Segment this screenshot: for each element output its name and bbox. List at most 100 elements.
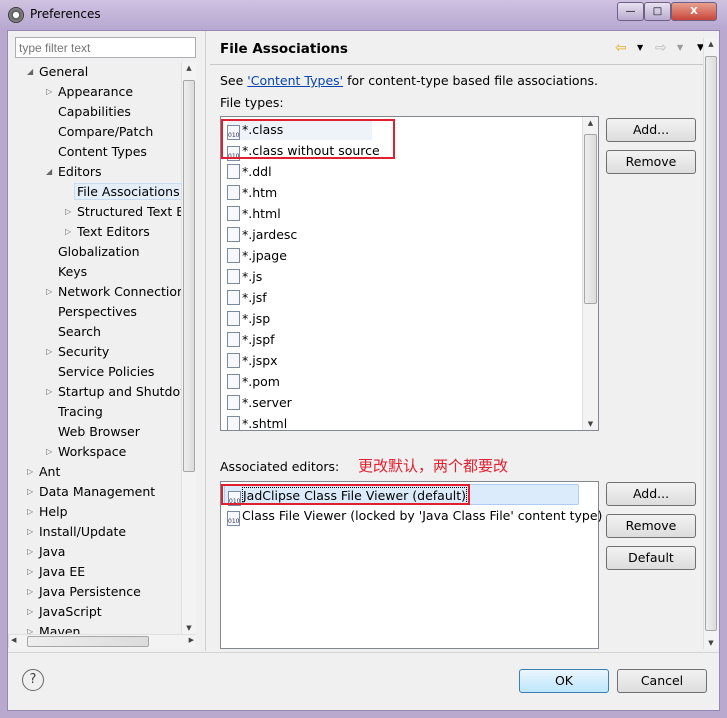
tree-item-label: Java xyxy=(39,544,66,559)
tree-item[interactable]: Search xyxy=(58,322,101,342)
tree-item-label: Install/Update xyxy=(39,524,127,539)
expand-icon[interactable]: ▷ xyxy=(27,522,33,542)
tree-item[interactable]: ▷ Maven xyxy=(27,622,81,634)
tree-item[interactable]: ▷ Help xyxy=(27,502,68,522)
file-icon xyxy=(227,332,240,347)
tree-item-label: Search xyxy=(58,324,101,339)
tree-item[interactable]: ▷ Network Connection xyxy=(46,282,181,302)
tree-item[interactable]: Capabilities xyxy=(58,102,131,122)
forward-arrow-icon[interactable]: ⇨ xyxy=(655,40,667,56)
filter-input[interactable] xyxy=(15,37,196,58)
file-type-label: *.pom xyxy=(242,374,280,389)
tree-item[interactable]: Service Policies xyxy=(58,362,154,382)
tree-item[interactable]: ▷ Java Persistence xyxy=(27,582,141,602)
editor-item[interactable]: 010 Class File Viewer (locked by 'Java Cl… xyxy=(227,505,602,526)
associated-editors-list[interactable]: 010 JadClipse Class File Viewer (default)… xyxy=(220,481,602,649)
expand-icon[interactable]: ▷ xyxy=(46,282,52,302)
tree-item[interactable]: ▷ Install/Update xyxy=(27,522,127,542)
file-types-scrollbar[interactable]: ▲ ▼ xyxy=(582,117,598,430)
remove-file-type-button[interactable]: Remove xyxy=(606,150,696,174)
tree-item[interactable]: Globalization xyxy=(58,242,140,262)
expand-icon[interactable]: ▷ xyxy=(46,442,52,462)
tree-item[interactable]: ▷ Appearance xyxy=(46,82,133,102)
expand-icon[interactable]: ▷ xyxy=(27,562,33,582)
file-type-item[interactable]: *.jardesc xyxy=(227,224,297,245)
tree-item[interactable]: File Associations xyxy=(74,182,181,202)
collapse-icon[interactable]: ◢ xyxy=(27,62,33,82)
file-type-item[interactable]: *.jspx xyxy=(227,350,278,371)
file-type-item[interactable]: *.htm xyxy=(227,182,277,203)
expand-icon[interactable]: ▷ xyxy=(46,82,52,102)
tree-item[interactable]: ▷ Workspace xyxy=(46,442,126,462)
file-type-item[interactable]: *.jsp xyxy=(227,308,270,329)
preference-tree: ◢ General ▷ Appearance Capabilities Compare/P… xyxy=(8,62,181,634)
file-type-item[interactable]: *.jsf xyxy=(227,287,267,308)
add-editor-button[interactable]: Add... xyxy=(606,482,696,506)
tree-item[interactable]: ▷ Java EE xyxy=(27,562,85,582)
tree-item-label: Security xyxy=(58,344,110,359)
file-type-item[interactable]: *.pom xyxy=(227,371,280,392)
file-type-item[interactable]: *.shtml xyxy=(227,413,287,430)
back-dropdown-icon[interactable]: ▼ xyxy=(637,43,643,52)
file-type-item[interactable]: *.js xyxy=(227,266,262,287)
tree-item-label: Tracing xyxy=(58,404,103,419)
file-type-item[interactable]: *.ddl xyxy=(227,161,272,182)
close-button[interactable]: X xyxy=(671,2,717,21)
splitter[interactable] xyxy=(205,31,206,651)
jar-file-icon xyxy=(227,227,240,242)
expand-icon[interactable]: ▷ xyxy=(46,342,52,362)
tree-item-label: Compare/Patch xyxy=(58,124,154,139)
file-type-item[interactable]: *.jspf xyxy=(227,329,275,350)
tree-item[interactable]: ◢ General xyxy=(27,62,88,82)
expand-icon[interactable]: ▷ xyxy=(27,502,33,522)
tree-item[interactable]: Compare/Patch xyxy=(58,122,153,142)
tree-item[interactable]: Tracing xyxy=(58,402,103,422)
file-type-item[interactable]: *.server xyxy=(227,392,292,413)
expand-icon[interactable]: ▷ xyxy=(46,382,52,402)
tree-item[interactable]: ▷ Text Editors xyxy=(65,222,150,242)
tree-item[interactable]: ▷ Startup and Shutdow xyxy=(46,382,181,402)
forward-dropdown-icon[interactable]: ▼ xyxy=(677,43,683,52)
back-arrow-icon[interactable]: ⇦ xyxy=(615,40,627,56)
tree-item-label: Data Management xyxy=(39,484,156,499)
expand-icon[interactable]: ▷ xyxy=(27,582,33,602)
ok-button[interactable]: OK xyxy=(519,669,609,693)
expand-icon[interactable]: ▷ xyxy=(27,542,33,562)
expand-icon[interactable]: ▷ xyxy=(27,622,33,634)
minimize-button[interactable]: — xyxy=(617,2,644,21)
tree-horizontal-scrollbar[interactable]: ◀ ▶ xyxy=(8,634,196,648)
tree-item[interactable]: ▷ Ant xyxy=(27,462,60,482)
expand-icon[interactable]: ▷ xyxy=(27,482,33,502)
tree-item-label: Maven xyxy=(39,624,81,634)
tree-item[interactable]: Web Browser xyxy=(58,422,140,442)
add-file-type-button[interactable]: Add... xyxy=(606,118,696,142)
remove-editor-button[interactable]: Remove xyxy=(606,514,696,538)
tree-item[interactable]: Perspectives xyxy=(58,302,137,322)
tree-item[interactable]: Content Types xyxy=(58,142,147,162)
content-types-link[interactable]: 'Content Types' xyxy=(247,73,343,88)
tree-item[interactable]: ▷ JavaScript xyxy=(27,602,102,622)
tree-item[interactable]: ▷ Data Management xyxy=(27,482,156,502)
page-vertical-scrollbar[interactable]: ▲ ▼ xyxy=(703,38,718,649)
tree-item[interactable]: ▷ Java xyxy=(27,542,66,562)
file-type-item[interactable]: *.html xyxy=(227,203,281,224)
tree-item[interactable]: ▷ Structured Text Ed xyxy=(65,202,181,222)
tree-item[interactable]: Keys xyxy=(58,262,87,282)
file-type-label: *.ddl xyxy=(242,164,272,179)
default-editor-button[interactable]: Default xyxy=(606,546,696,570)
help-icon[interactable]: ? xyxy=(22,669,44,691)
expand-icon[interactable]: ▷ xyxy=(27,462,33,482)
collapse-icon[interactable]: ◢ xyxy=(46,162,52,182)
tree-item[interactable]: ◢ Editors xyxy=(46,162,102,182)
file-type-label: *.server xyxy=(242,395,292,410)
file-types-list[interactable]: 010 *.class 010 *.class without source *.ddl… xyxy=(220,116,599,431)
expand-icon[interactable]: ▷ xyxy=(27,602,33,622)
file-type-item[interactable]: *.jpage xyxy=(227,245,287,266)
maximize-button[interactable]: □ xyxy=(644,2,671,21)
cancel-button[interactable]: Cancel xyxy=(617,669,707,693)
tree-vertical-scrollbar[interactable]: ▲ ▼ xyxy=(181,62,196,634)
expand-icon[interactable]: ▷ xyxy=(65,222,71,242)
tree-item[interactable]: ▷ Security xyxy=(46,342,110,362)
expand-icon[interactable]: ▷ xyxy=(65,202,71,222)
server-file-icon xyxy=(227,395,240,410)
